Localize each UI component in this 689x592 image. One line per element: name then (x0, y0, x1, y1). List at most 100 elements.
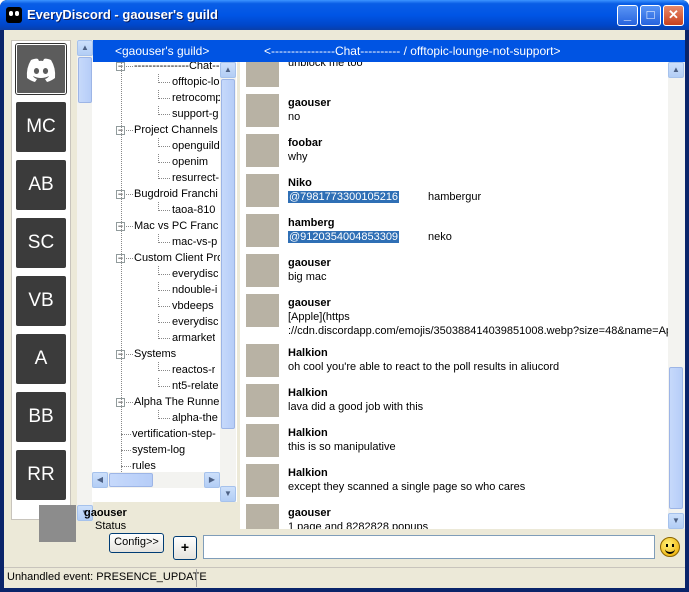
tree-channel[interactable]: retrocomp (172, 90, 222, 106)
message-avatar[interactable] (246, 62, 279, 87)
channel-tree: ---------------Chat--- − offtopic-lo retroc… (92, 62, 237, 502)
scroll-thumb[interactable] (669, 367, 683, 509)
tree-category[interactable]: Systems (134, 346, 176, 362)
message-input[interactable] (203, 535, 655, 559)
message-author[interactable]: hamberg (288, 217, 334, 229)
scroll-thumb[interactable] (78, 57, 92, 103)
home-guild-button[interactable] (15, 43, 67, 95)
message-item[interactable]: foobar why (246, 130, 666, 170)
guild-button[interactable]: BB (16, 392, 66, 442)
message-item[interactable]: Halkion lava did a good job with this (246, 380, 666, 420)
guild-button[interactable]: A (16, 334, 66, 384)
tree-category[interactable]: Mac vs PC Franc (134, 218, 218, 234)
message-item[interactable]: gaouser 1 page and 8282828 popups (246, 500, 666, 529)
message-mention[interactable]: @7981773300105216 (288, 191, 400, 203)
tree-channel[interactable]: vbdeeps (172, 298, 214, 314)
tree-category[interactable]: Project Channels (134, 122, 218, 138)
add-attachment-button[interactable]: + (173, 536, 197, 560)
tree-channel[interactable]: everydisc (172, 314, 218, 330)
message-item[interactable]: gaouser big mac (246, 250, 666, 290)
scroll-left-icon[interactable]: ◀ (92, 472, 108, 488)
user-status[interactable]: Status (95, 520, 126, 532)
scroll-thumb[interactable] (109, 473, 153, 487)
tree-channel[interactable]: ndouble-i (172, 282, 217, 298)
title-bar[interactable]: EveryDiscord - gaouser's guild _ □ ✕ (0, 0, 689, 30)
message-author[interactable]: Halkion (288, 347, 328, 359)
client-area: <gaouser's guild> <----------------Chat-… (4, 30, 685, 588)
message-author[interactable]: foobar (288, 137, 322, 149)
message-author[interactable]: Halkion (288, 387, 328, 399)
tree-channel[interactable]: reactos-r (172, 362, 215, 378)
maximize-button[interactable]: □ (640, 5, 661, 26)
tree-channel[interactable]: everydisc (172, 266, 218, 282)
message-item[interactable]: gaouser no (246, 90, 666, 130)
message-avatar[interactable] (246, 504, 279, 529)
message-avatar[interactable] (246, 214, 279, 247)
tree-channel[interactable]: vertification-step- (132, 426, 216, 442)
message-avatar[interactable] (246, 254, 279, 287)
message-avatar[interactable] (246, 424, 279, 457)
guild-button[interactable]: VB (16, 276, 66, 326)
close-button[interactable]: ✕ (663, 5, 684, 26)
tree-channel[interactable]: armarket (172, 330, 215, 346)
scroll-down-icon[interactable]: ▼ (220, 486, 236, 502)
message-author[interactable]: gaouser (288, 97, 331, 109)
message-item[interactable]: Niko @7981773300105216 hambergur (246, 170, 666, 210)
message-item[interactable]: unblock me too (246, 62, 666, 90)
message-item[interactable]: Halkion oh cool you're able to react to t… (246, 340, 666, 380)
message-author[interactable]: gaouser (288, 507, 331, 519)
message-author[interactable]: Niko (288, 177, 312, 189)
scroll-up-icon[interactable]: ▲ (77, 40, 93, 56)
message-author[interactable]: gaouser (288, 257, 331, 269)
scroll-down-icon[interactable]: ▼ (668, 513, 684, 529)
message-mention[interactable]: @9120354004853309 (288, 231, 400, 243)
message-avatar[interactable] (246, 384, 279, 417)
message-item[interactable]: Halkion except they scanned a single page… (246, 460, 666, 500)
config-button[interactable]: Config>> (109, 533, 164, 553)
message-avatar[interactable] (246, 464, 279, 497)
emoji-picker-icon[interactable] (660, 537, 680, 557)
message-avatar[interactable] (246, 94, 279, 127)
scroll-thumb[interactable] (221, 79, 235, 429)
tree-channel[interactable]: openguild (172, 138, 220, 154)
scroll-right-icon[interactable]: ▶ (204, 472, 220, 488)
channel-tree-vscrollbar[interactable]: ▲ ▼ (220, 62, 236, 502)
tree-channel[interactable]: support-g (172, 106, 218, 122)
message-author[interactable]: gaouser (288, 297, 331, 309)
message-avatar[interactable] (246, 344, 279, 377)
tree-channel[interactable]: taoa-810 (172, 202, 215, 218)
tree-channel[interactable]: resurrect- (172, 170, 219, 186)
app-window: EveryDiscord - gaouser's guild _ □ ✕ <ga… (0, 0, 689, 592)
tree-channel[interactable]: mac-vs-p (172, 234, 217, 250)
message-list-scrollbar[interactable]: ▲ ▼ (668, 62, 685, 529)
scroll-up-icon[interactable]: ▲ (220, 62, 236, 78)
tree-channel[interactable]: offtopic-lo (172, 74, 220, 90)
guild-label: BB (28, 406, 54, 427)
guild-button[interactable]: AB (16, 160, 66, 210)
message-avatar[interactable] (246, 174, 279, 207)
tree-category[interactable]: Custom Client Pro (134, 250, 223, 266)
tree-category[interactable]: Alpha The Runne (134, 394, 219, 410)
message-avatar[interactable] (246, 134, 279, 167)
minimize-button[interactable]: _ (617, 5, 638, 26)
scroll-up-icon[interactable]: ▲ (668, 62, 684, 78)
guild-button[interactable]: SC (16, 218, 66, 268)
message-item[interactable]: gaouser [Apple](https://cdn.discordapp.co… (246, 290, 672, 337)
guild-button[interactable]: MC (16, 102, 66, 152)
message-item[interactable]: Halkion this is so manipulative (246, 420, 666, 460)
channel-tree-hscrollbar[interactable]: ◀ ▶ (92, 472, 220, 488)
guild-rail-scrollbar[interactable]: ▲ ▼ (77, 40, 93, 521)
tree-category[interactable]: Bugdroid Franchi (134, 186, 218, 202)
message-item[interactable]: hamberg @9120354004853309 neko (246, 210, 666, 250)
message-avatar[interactable] (246, 294, 279, 327)
message-author[interactable]: Halkion (288, 427, 328, 439)
message-author[interactable]: Halkion (288, 467, 328, 479)
tree-channel[interactable]: nt5-relate (172, 378, 218, 394)
tree-category[interactable]: ---------------Chat--- (134, 62, 223, 74)
tree-channel[interactable]: openim (172, 154, 208, 170)
tree-channel[interactable]: alpha-the (172, 410, 218, 426)
tree-channel[interactable]: system-log (132, 442, 185, 458)
user-avatar[interactable] (39, 505, 76, 542)
user-name: gaouser (84, 507, 127, 519)
guild-button[interactable]: RR (16, 450, 66, 500)
